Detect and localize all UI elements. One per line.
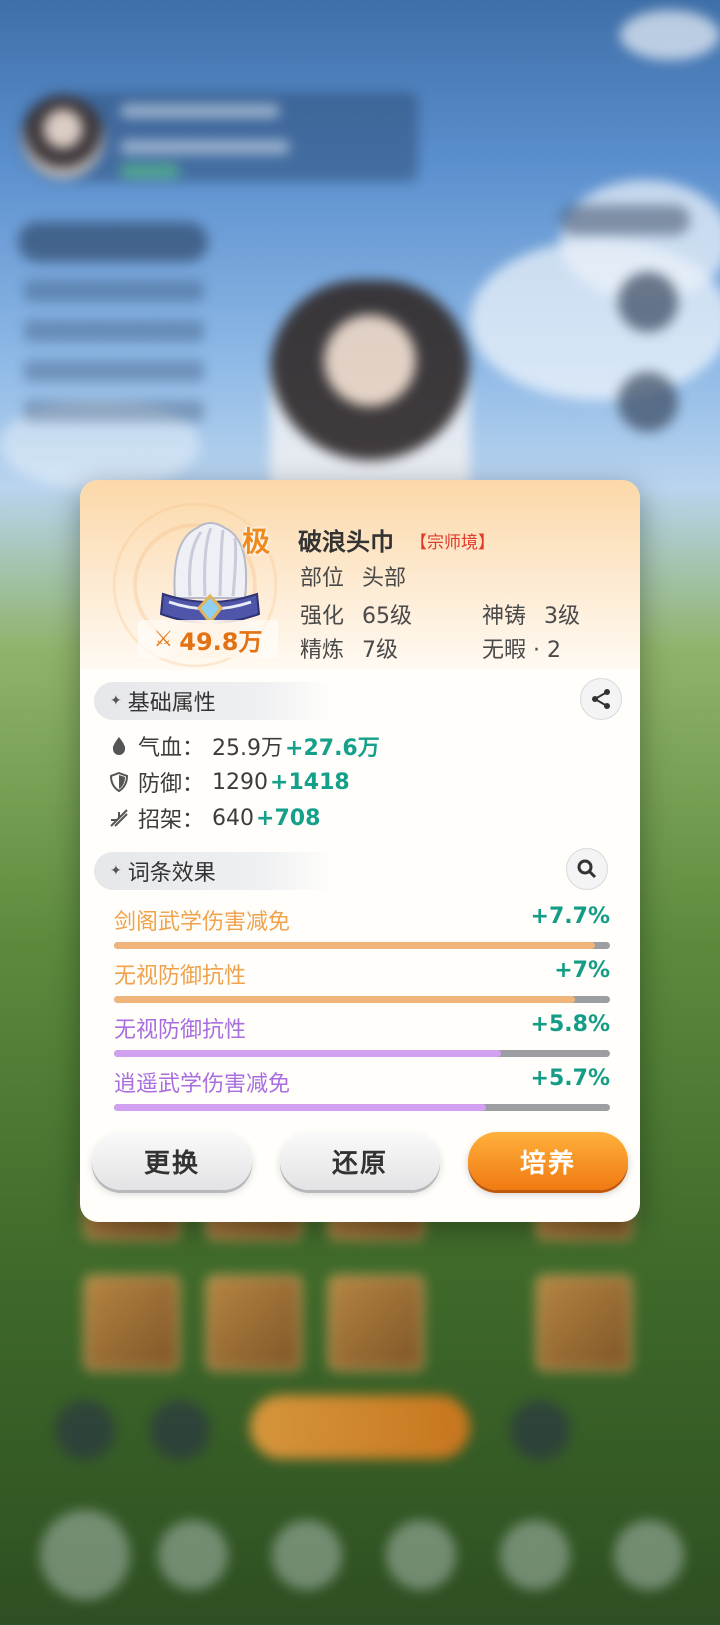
refine-value: 7级 <box>362 638 399 663</box>
affix-progress-fill <box>114 942 596 949</box>
refine-key: 精炼 <box>300 638 345 663</box>
stat-value: 1290 <box>212 769 269 795</box>
base-attributes-header: ✦ 基础属性 <box>94 682 334 720</box>
affix-progress-fill <box>114 1104 486 1111</box>
item-realm: 【宗师境】 <box>410 533 495 553</box>
item-name: 破浪头巾 <box>298 528 394 556</box>
affix-value: +7% <box>554 958 610 983</box>
stat-row-hp: 气血： 25.9万 +27.6万 <box>108 730 380 762</box>
affix-progress-track <box>114 942 610 949</box>
share-button[interactable] <box>580 678 622 720</box>
crossed-swords-icon: ⚔ <box>153 626 174 652</box>
affix-progress-track <box>114 996 610 1003</box>
affix-value: +5.8% <box>530 1012 610 1037</box>
affix-effects-header: ✦ 词条效果 <box>94 852 334 890</box>
search-icon <box>577 859 597 879</box>
affix-progress-track <box>114 1050 610 1057</box>
share-icon <box>592 689 610 709</box>
combat-power-value: 49.8万 <box>179 627 263 656</box>
grade-badge: 极 <box>241 525 270 558</box>
cultivate-button[interactable]: 培养 <box>468 1132 628 1190</box>
divine-key: 神铸 <box>482 604 527 629</box>
affix-name: 无视防御抗性 <box>114 964 247 989</box>
combat-power: ⚔ 49.8万 <box>138 620 278 658</box>
affix-value: +7.7% <box>530 904 610 929</box>
affix-progress-fill <box>114 996 576 1003</box>
stat-bonus: +708 <box>256 805 321 831</box>
enhance-value: 65级 <box>362 604 413 629</box>
search-button[interactable] <box>566 848 608 890</box>
affix-effects-title: 词条效果 <box>127 861 216 886</box>
drop-icon <box>108 735 130 757</box>
affix-name: 逍遥武学伤害减免 <box>114 1072 291 1097</box>
shield-icon <box>108 771 130 793</box>
affix-progress-fill <box>114 1050 501 1057</box>
divine-value: 3级 <box>544 604 581 629</box>
refine-info: 精炼 7级 <box>300 632 398 664</box>
affix-progress-track <box>114 1104 610 1111</box>
diamond-icon: ✦ <box>110 863 122 879</box>
diamond-icon: ✦ <box>110 693 122 709</box>
stat-row-parry: 招架： 640 +708 <box>108 802 320 834</box>
replace-button[interactable]: 更换 <box>92 1132 252 1190</box>
stat-value: 25.9万 <box>212 736 284 761</box>
stat-bonus: +1418 <box>270 769 350 795</box>
flawless-info: 无暇 · 2 <box>482 638 561 663</box>
stat-label: 招架： <box>138 808 205 833</box>
slot-key: 部位 <box>300 566 345 591</box>
slot-info: 部位 头部 <box>300 560 406 592</box>
divine-info: 神铸 3级 <box>482 598 580 630</box>
stat-bonus: +27.6万 <box>285 736 380 761</box>
stat-label: 防御： <box>138 772 205 797</box>
stat-value: 640 <box>212 805 255 831</box>
affix-name: 无视防御抗性 <box>114 1018 247 1043</box>
enhance-info: 强化 65级 <box>300 598 412 630</box>
stat-label: 气血： <box>138 736 205 761</box>
affix-value: +5.7% <box>530 1066 610 1091</box>
base-attributes-title: 基础属性 <box>127 691 216 716</box>
affix-name: 剑阁武学伤害减免 <box>114 910 291 935</box>
parry-icon <box>108 807 130 829</box>
equipment-detail-dialog: 极 ⚔ 49.8万 破浪头巾 【宗师境】 部位 头部 强化 65级 神铸 3级 精炼 7… <box>80 480 640 1222</box>
slot-value: 头部 <box>362 566 407 591</box>
stat-row-defense: 防御： 1290 +1418 <box>108 766 350 798</box>
restore-button[interactable]: 还原 <box>280 1132 440 1190</box>
enhance-key: 强化 <box>300 604 345 629</box>
